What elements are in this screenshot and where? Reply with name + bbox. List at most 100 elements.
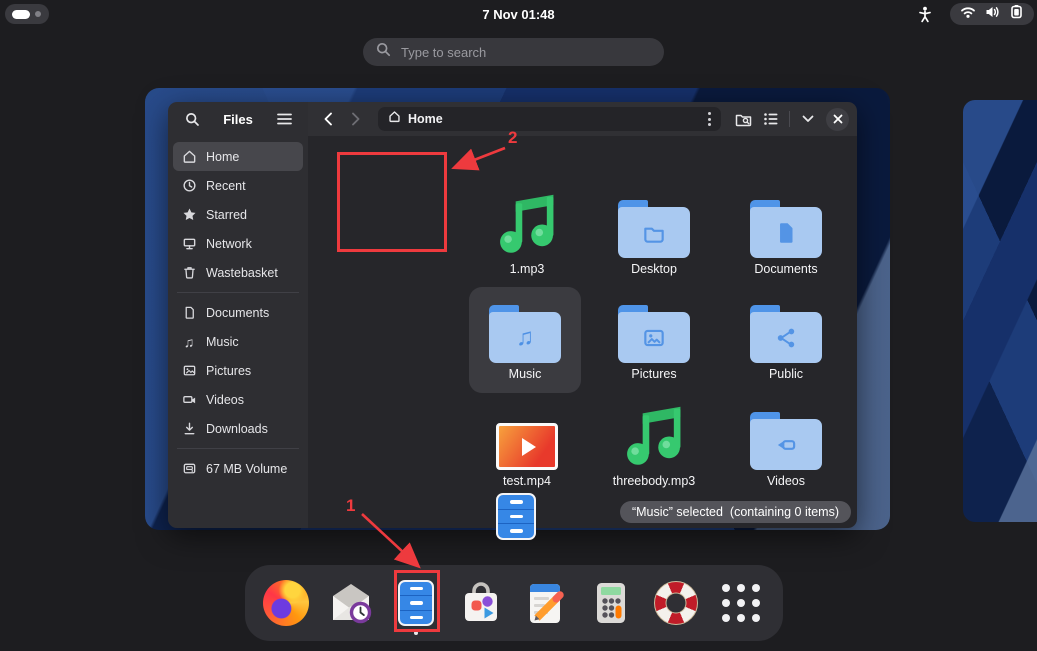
location-menu-icon[interactable] <box>708 112 711 126</box>
music-emblem-icon: ♫ <box>516 326 534 350</box>
sidebar-item-label: Videos <box>206 393 244 407</box>
software-store-icon <box>458 580 504 626</box>
back-button[interactable] <box>316 107 340 131</box>
status-bar: “Music” selected (containing 0 items) <box>620 501 851 523</box>
camcorder-icon <box>181 392 197 408</box>
annotation-box-1mp3 <box>337 152 447 252</box>
sidebar-item-label: Home <box>206 150 239 164</box>
sidebar-item-label: Recent <box>206 179 246 193</box>
app-grid-icon <box>722 584 760 622</box>
file-tile-1mp3[interactable]: 1.mp3 <box>471 182 583 284</box>
gnome-activities-overview: { "top_bar": { "time": "7 Nov 01:48", "w… <box>0 0 1037 651</box>
workspace-active-pill <box>12 10 30 19</box>
file-tile-pictures[interactable]: Pictures <box>598 287 710 389</box>
search-folder-icon[interactable] <box>731 107 755 131</box>
header-bar: Home <box>308 102 857 136</box>
file-tile-public[interactable]: Public <box>730 287 842 389</box>
dock-item-text-editor[interactable] <box>522 579 570 627</box>
sidebar-item-label: Music <box>206 335 239 349</box>
sidebar-item-label: Downloads <box>206 422 268 436</box>
text-editor-icon <box>523 580 569 626</box>
sidebar-item-network[interactable]: Network <box>173 229 303 258</box>
sidebar-item-documents[interactable]: Documents <box>173 298 303 327</box>
file-name: Videos <box>767 474 805 488</box>
header-separator <box>789 111 790 127</box>
dock-item-mail[interactable] <box>327 579 375 627</box>
dock-item-app-grid[interactable] <box>717 579 765 627</box>
file-name: threebody.mp3 <box>613 474 695 488</box>
file-tile-videos[interactable]: Videos <box>730 394 842 496</box>
mail-icon <box>328 580 374 626</box>
file-tile-music-selected[interactable]: ♫ Music <box>469 287 581 393</box>
sidebar-item-label: Starred <box>206 208 247 222</box>
sidebar-item-home[interactable]: Home <box>173 142 303 171</box>
file-name: Desktop <box>631 262 677 276</box>
wifi-icon <box>960 5 976 24</box>
folder-icon: ♫ <box>489 305 561 363</box>
file-name: Documents <box>754 262 817 276</box>
file-name: test.mp4 <box>503 474 551 488</box>
sidebar-divider <box>177 292 299 293</box>
folder-icon <box>750 305 822 363</box>
sidebar-item-music[interactable]: ♫ Music <box>173 327 303 356</box>
list-view-icon[interactable] <box>759 107 783 131</box>
audio-file-icon <box>620 394 688 470</box>
file-name: Music <box>509 367 542 381</box>
sidebar-item-recent[interactable]: Recent <box>173 171 303 200</box>
file-name: 1.mp3 <box>510 262 545 276</box>
hamburger-menu-icon[interactable] <box>272 107 296 131</box>
workspace-indicator[interactable] <box>5 4 49 24</box>
sidebar-item-starred[interactable]: Starred <box>173 200 303 229</box>
battery-icon <box>1009 5 1025 24</box>
clock-icon <box>181 178 197 194</box>
sidebar-item-volume[interactable]: 67 MB Volume <box>173 454 303 483</box>
window-app-badge-files-icon[interactable] <box>496 493 536 540</box>
files-window: Files Home Home Recent Starred <box>168 102 857 528</box>
image-icon <box>181 363 197 379</box>
home-icon <box>181 149 197 165</box>
accessibility-icon[interactable] <box>915 5 935 23</box>
adjacent-window-preview[interactable] <box>963 100 1037 522</box>
system-status-area[interactable] <box>950 3 1034 25</box>
sidebar-item-wastebasket[interactable]: Wastebasket <box>173 258 303 287</box>
current-location: Home <box>408 112 701 126</box>
path-bar[interactable]: Home <box>378 107 721 131</box>
dock-item-help[interactable] <box>652 579 700 627</box>
network-icon <box>181 236 197 252</box>
sidebar-item-label: Network <box>206 237 252 251</box>
sidebar-item-pictures[interactable]: Pictures <box>173 356 303 385</box>
annotation-label-1: 1 <box>346 496 355 516</box>
sidebar-item-label: Documents <box>206 306 269 320</box>
sidebar-divider <box>177 448 299 449</box>
sidebar: Home Recent Starred Network Wastebasket … <box>168 136 308 528</box>
sidebar-item-downloads[interactable]: Downloads <box>173 414 303 443</box>
overview-search-bar[interactable] <box>363 38 664 66</box>
window-title: Files <box>223 112 253 127</box>
top-bar <box>0 0 1037 28</box>
file-name: Public <box>769 367 803 381</box>
forward-button[interactable] <box>344 107 368 131</box>
help-lifesaver-icon <box>654 581 698 625</box>
view-options-chevron-icon[interactable] <box>796 107 820 131</box>
harddisk-icon <box>181 461 197 477</box>
file-tile-threebody[interactable]: threebody.mp3 <box>598 394 710 496</box>
video-thumbnail-icon <box>496 423 558 470</box>
annotation-box-dock-files <box>394 570 440 632</box>
dock-item-calculator[interactable] <box>587 579 635 627</box>
folder-icon <box>750 412 822 470</box>
search-input[interactable] <box>399 44 651 61</box>
file-tile-documents[interactable]: Documents <box>730 182 842 284</box>
audio-file-icon <box>493 182 561 258</box>
window-search-button[interactable] <box>180 107 204 131</box>
file-tile-testmp4[interactable]: test.mp4 <box>471 394 583 496</box>
folder-icon <box>618 305 690 363</box>
star-icon <box>181 207 197 223</box>
volume-icon <box>985 5 1000 24</box>
annotation-label-2: 2 <box>508 128 517 148</box>
folder-icon <box>750 200 822 258</box>
close-window-button[interactable] <box>826 108 849 131</box>
file-tile-desktop[interactable]: Desktop <box>598 182 710 284</box>
sidebar-item-videos[interactable]: Videos <box>173 385 303 414</box>
dock-item-software[interactable] <box>457 579 505 627</box>
dock-item-firefox[interactable] <box>262 579 310 627</box>
